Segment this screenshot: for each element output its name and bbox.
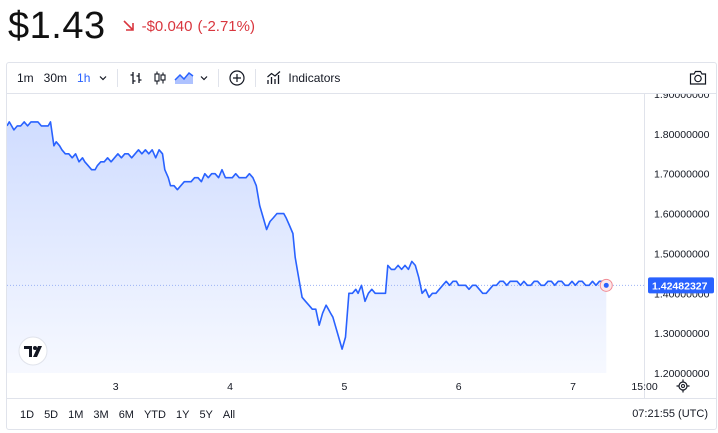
y-tick-label: 1.70000000 [654, 169, 710, 181]
utc-clock[interactable]: 07:21:55 (UTC) [632, 408, 708, 420]
y-tick-label: 1.20000000 [654, 368, 710, 380]
x-tick-label: 15:00 [631, 381, 657, 393]
camera-icon[interactable] [688, 68, 708, 88]
candlestick-icon[interactable] [148, 63, 172, 93]
price-chart[interactable]: 1.20000000 1.30000000 1.40000000 1.50000000… [7, 94, 716, 398]
tradingview-logo[interactable] [18, 336, 48, 366]
y-tick-label: 1.50000000 [654, 248, 710, 260]
toolbar-divider [218, 69, 220, 87]
indicators-icon [267, 71, 281, 84]
change-percent: (-2.71%) [197, 17, 255, 35]
x-tick-label: 4 [227, 381, 233, 393]
chart-widget: 1m 30m 1h Indicators 1.20000000 1.300000… [6, 62, 717, 430]
price-change: -$0.040 (-2.71%) [122, 18, 255, 35]
x-tick-label: 5 [341, 381, 347, 393]
chart-svg[interactable]: 1.200000001.300000001.400000001.50000000… [7, 94, 716, 398]
y-tick-label: 1.30000000 [654, 328, 710, 340]
change-amount: -$0.040 [141, 17, 193, 35]
range-bar: 1D 5D 1M 3M 6M YTD 1Y 5Y All 07:21:55 (U… [7, 398, 716, 429]
range-1d[interactable]: 1D [15, 409, 39, 421]
interval-1h[interactable]: 1h [72, 63, 95, 93]
chevron-down-icon[interactable] [196, 63, 212, 93]
indicators-label: Indicators [288, 71, 341, 85]
area-chart-icon[interactable] [172, 63, 196, 93]
x-tick-label: 7 [570, 381, 576, 393]
y-tick-label: 1.90000000 [654, 94, 710, 101]
y-tick-label: 1.60000000 [654, 209, 710, 221]
range-1m[interactable]: 1M [63, 409, 88, 421]
indicators-button[interactable]: Indicators [262, 70, 344, 86]
compare-plus-icon[interactable] [225, 63, 249, 93]
range-6m[interactable]: 6M [114, 409, 139, 421]
range-5d[interactable]: 5D [39, 409, 63, 421]
toolbar-divider [117, 69, 119, 87]
chart-toolbar: 1m 30m 1h Indicators [7, 63, 716, 94]
last-price-label: 1.42482327 [652, 280, 708, 292]
range-ytd[interactable]: YTD [139, 409, 171, 421]
toolbar-divider [255, 69, 257, 87]
settings-gear-icon[interactable] [676, 379, 690, 393]
current-price: $1.43 [8, 4, 106, 47]
y-tick-label: 1.80000000 [654, 129, 710, 141]
price-header: $1.43 -$0.040 (-2.71%) [8, 4, 255, 48]
bar-chart-icon[interactable] [124, 63, 148, 93]
range-1y[interactable]: 1Y [171, 409, 194, 421]
last-point-marker [603, 282, 609, 288]
x-tick-label: 3 [113, 381, 119, 393]
interval-30m[interactable]: 30m [39, 63, 72, 93]
arrow-down-right-icon [123, 20, 134, 31]
x-tick-label: 6 [456, 381, 462, 393]
range-5y[interactable]: 5Y [194, 409, 217, 421]
range-3m[interactable]: 3M [88, 409, 113, 421]
interval-1m[interactable]: 1m [12, 63, 39, 93]
chevron-down-icon[interactable] [95, 63, 111, 93]
range-all[interactable]: All [218, 409, 240, 421]
